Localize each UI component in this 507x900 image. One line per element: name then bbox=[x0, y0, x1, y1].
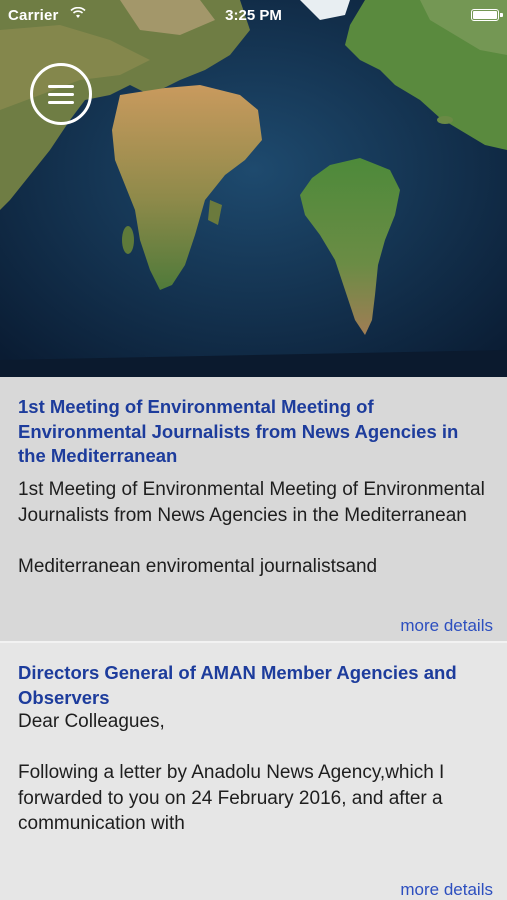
hero-world-map: Carrier 3:25 PM bbox=[0, 0, 507, 377]
more-details-link[interactable]: more details bbox=[400, 616, 493, 636]
menu-button[interactable] bbox=[30, 63, 92, 125]
news-title[interactable]: 1st Meeting of Environmental Meeting of … bbox=[18, 395, 487, 469]
news-item[interactable]: 1st Meeting of Environmental Meeting of … bbox=[0, 377, 507, 643]
news-item[interactable]: Directors General of AMAN Member Agencie… bbox=[0, 643, 507, 900]
world-map-image bbox=[0, 0, 507, 377]
more-details-link[interactable]: more details bbox=[400, 880, 493, 900]
status-bar: Carrier 3:25 PM bbox=[0, 0, 507, 30]
hamburger-menu-icon bbox=[48, 85, 74, 88]
news-summary: Dear Colleagues, Following a letter by A… bbox=[18, 711, 445, 834]
news-summary: 1st Meeting of Environmental Meeting of … bbox=[18, 479, 485, 577]
battery-icon bbox=[471, 9, 503, 21]
news-list: 1st Meeting of Environmental Meeting of … bbox=[0, 377, 507, 900]
news-title[interactable]: Directors General of AMAN Member Agencie… bbox=[18, 661, 487, 710]
clock: 3:25 PM bbox=[225, 7, 282, 24]
